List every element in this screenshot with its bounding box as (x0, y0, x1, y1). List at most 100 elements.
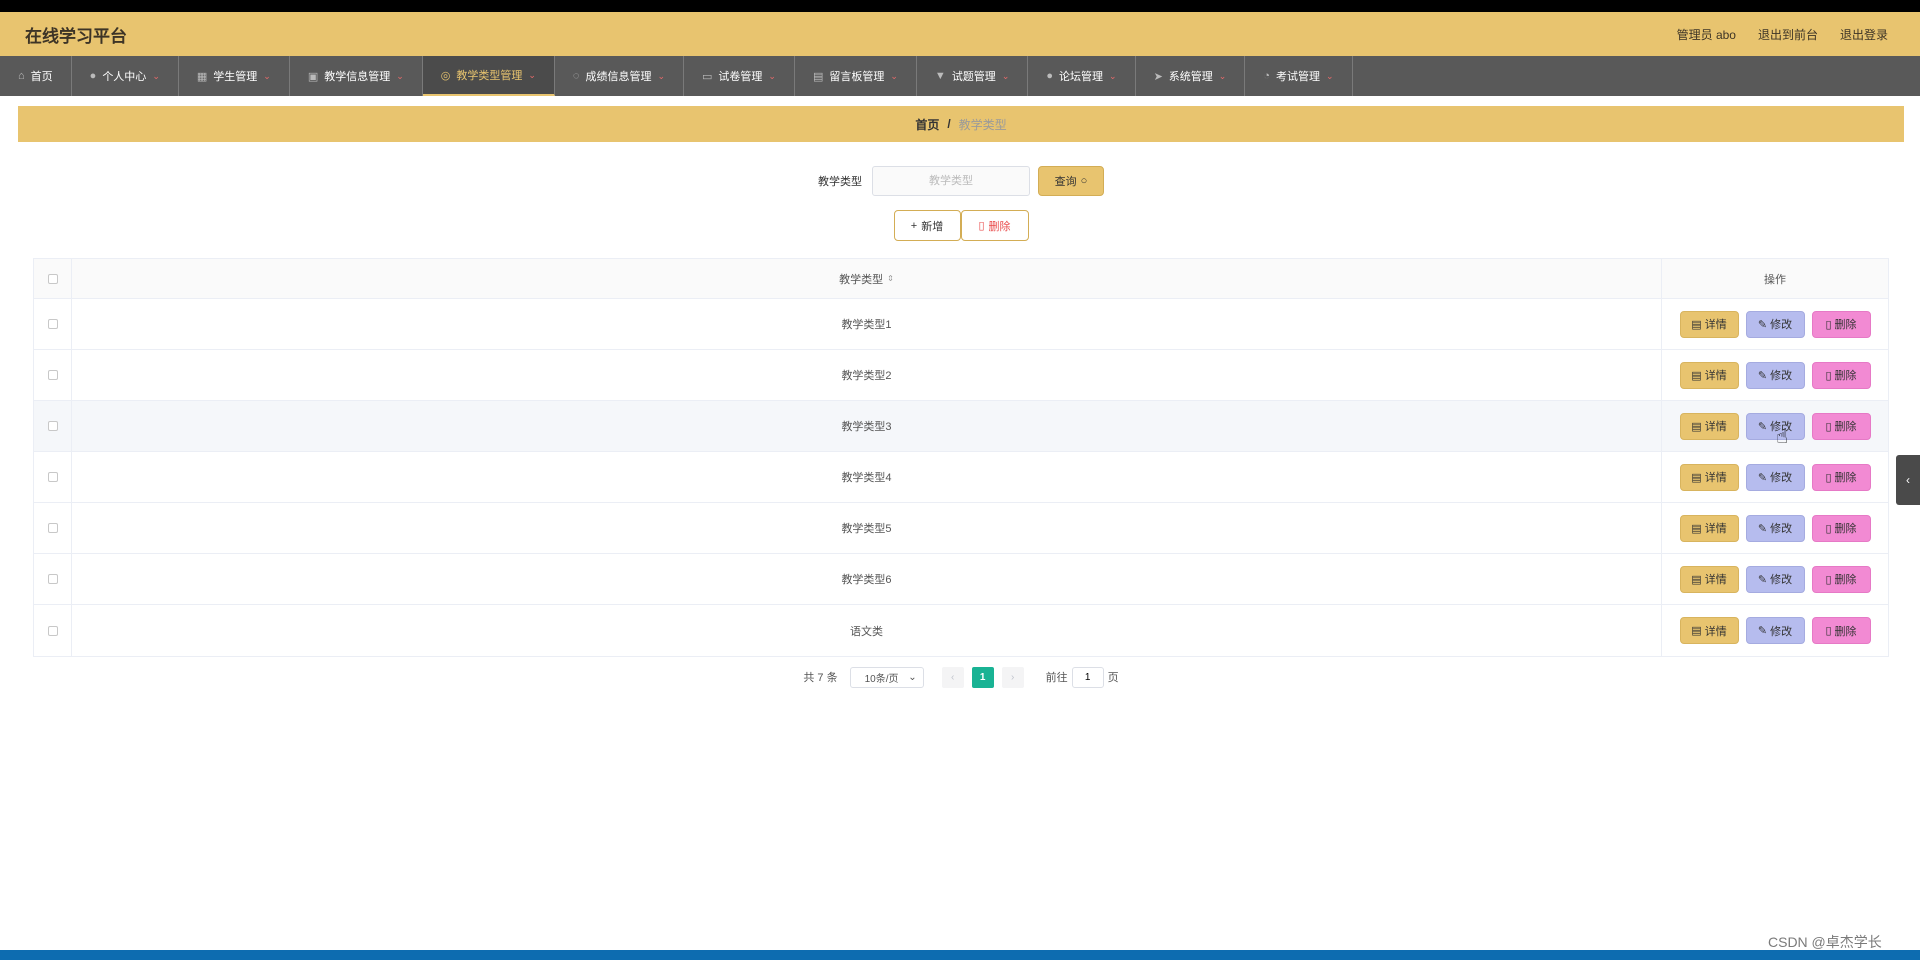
select-all-checkbox[interactable] (47, 273, 58, 284)
delete-button[interactable]: ▯ 删除 (1811, 412, 1871, 440)
batch-delete-button[interactable]: ▯ 删除 (960, 210, 1029, 241)
row-checkbox[interactable] (47, 370, 58, 380)
cell-type: 教学类型4 (72, 452, 1662, 502)
chevron-down-icon: ⌄ (1218, 70, 1227, 81)
edit-icon: ✎ (1757, 522, 1768, 535)
search-input[interactable] (872, 166, 1030, 196)
detail-button[interactable]: ▤ 详情 (1679, 514, 1739, 542)
prev-page-button[interactable]: ‹ (941, 666, 964, 688)
cell-type: 语文类 (72, 605, 1662, 656)
table-row: 语文类 ▤ 详情 ✎ 修改 ▯ 删除 (34, 605, 1888, 656)
row-check-cell (34, 503, 72, 553)
chevron-down-icon: ⌄ (396, 70, 404, 81)
edit-button-label: 修改 (1770, 625, 1793, 638)
row-checkbox[interactable] (47, 523, 58, 533)
nav-item-1[interactable]: ● 个人中心 ⌄ (72, 56, 179, 96)
page-size-value: 10条/页 (864, 673, 899, 685)
edit-icon: ✎ (1757, 625, 1768, 637)
detail-button[interactable]: ▤ 详情 (1679, 412, 1739, 440)
front-link[interactable]: 退出到前台 (1758, 26, 1818, 43)
edit-icon: ✎ (1757, 318, 1768, 331)
edit-button[interactable]: ✎ 修改 (1745, 361, 1805, 389)
edit-button[interactable]: ✎ 修改 (1745, 412, 1805, 440)
row-check-cell (34, 554, 72, 604)
sort-icon[interactable]: ⇕ (887, 274, 894, 283)
delete-button[interactable]: ▯ 删除 (1811, 310, 1871, 338)
cell-ops: ▤ 详情 ✎ 修改 ▯ 删除 (1662, 554, 1888, 604)
pager-goto: 前往 页 (1046, 666, 1119, 688)
document-icon: ▤ (1691, 369, 1702, 382)
nav-item-label: 考试管理 (1275, 71, 1320, 83)
cell-ops: ▤ 详情 ✎ 修改 ▯ 删除 (1662, 299, 1888, 349)
edit-button[interactable]: ✎ 修改 (1745, 463, 1805, 491)
row-checkbox[interactable] (47, 625, 58, 636)
nav-item-9[interactable]: ● 论坛管理 ⌄ (1028, 56, 1136, 96)
nav-item-11[interactable]: ◔ 考试管理 ⌄ (1245, 56, 1353, 96)
trash-icon: ▯ (1825, 318, 1832, 331)
nav-item-7[interactable]: ▤ 留言板管理 ⌄ (795, 56, 917, 96)
column-header-ops: 操作 (1764, 273, 1786, 286)
chevron-down-icon: ⌄ (1001, 70, 1010, 81)
delete-button[interactable]: ▯ 删除 (1811, 617, 1871, 644)
row-checkbox[interactable] (47, 319, 58, 329)
document-icon: ▤ (1691, 471, 1702, 484)
nav-item-0[interactable]: ⌂ 首页 (0, 56, 72, 96)
nav-item-2[interactable]: ▦ 学生管理 ⌄ (179, 56, 290, 96)
detail-button[interactable]: ▤ 详情 (1679, 310, 1739, 338)
home-icon: ⌂ (18, 70, 25, 82)
add-button[interactable]: + 新增 (893, 210, 961, 241)
next-page-button[interactable]: › (1001, 666, 1024, 688)
row-checkbox[interactable] (47, 574, 58, 584)
search-label: 教学类型 (818, 176, 862, 188)
edit-button[interactable]: ✎ 修改 (1745, 617, 1805, 644)
delete-button[interactable]: ▯ 删除 (1811, 514, 1871, 542)
goto-page-input[interactable] (1071, 666, 1104, 688)
page-number-current[interactable]: 1 (971, 666, 994, 688)
delete-button[interactable]: ▯ 删除 (1811, 361, 1871, 389)
send-icon: ➤ (1153, 70, 1163, 83)
delete-button[interactable]: ▯ 删除 (1811, 565, 1871, 593)
admin-label: 管理员 abo (1676, 27, 1736, 42)
document-icon: ▤ (1691, 625, 1702, 637)
column-header-type[interactable]: 教学类型 ⇕ (72, 259, 1662, 298)
nav-item-3[interactable]: ▣ 教学信息管理 ⌄ (290, 56, 423, 96)
detail-button[interactable]: ▤ 详情 (1679, 617, 1739, 644)
row-checkbox[interactable] (47, 421, 58, 431)
cell-type: 教学类型3 (72, 401, 1662, 451)
nav-item-5[interactable]: ◌ 成绩信息管理 ⌄ (555, 56, 685, 96)
logout-link[interactable]: 退出登录 (1840, 26, 1888, 43)
detail-button[interactable]: ▤ 详情 (1679, 565, 1739, 593)
row-checkbox[interactable] (47, 472, 58, 482)
nav-item-4[interactable]: ◎ 教学类型管理 ⌄ (422, 56, 555, 96)
breadcrumb-home[interactable]: 首页 (915, 116, 939, 133)
nav-item-label: 首页 (30, 71, 53, 83)
detail-button[interactable]: ▤ 详情 (1679, 463, 1739, 491)
nav-item-8[interactable]: ▼ 试题管理 ⌄ (917, 56, 1029, 96)
nav-item-label: 留言板管理 (829, 71, 885, 83)
app-header: 在线学习平台 管理员 abo 退出到前台 退出登录 (0, 12, 1920, 56)
cell-type: 教学类型5 (72, 503, 1662, 553)
table-row: 教学类型6 ▤ 详情 ✎ 修改 ▯ 删除 (34, 554, 1888, 605)
edit-button[interactable]: ✎ 修改 (1745, 514, 1805, 542)
cell-ops: ▤ 详情 ✎ 修改 ▯ 删除 (1662, 350, 1888, 400)
flag-icon: ▼ (934, 70, 946, 82)
nav-item-6[interactable]: ▭ 试卷管理 ⌄ (684, 56, 795, 96)
chevron-down-icon: ⌄ (528, 69, 536, 80)
page-size-select[interactable]: 10条/页 ⌄ (849, 666, 924, 688)
side-collapse-handle[interactable]: ‹ (1896, 455, 1920, 505)
detail-button[interactable]: ▤ 详情 (1679, 361, 1739, 389)
nav-item-10[interactable]: ➤ 系统管理 ⌄ (1136, 56, 1246, 96)
table-row: 教学类型3 ▤ 详情 ✎ 修改 ▯ 删除 (34, 401, 1888, 452)
batch-delete-label: 删除 (988, 220, 1011, 233)
delete-button[interactable]: ▯ 删除 (1811, 463, 1871, 491)
cell-ops: ▤ 详情 ✎ 修改 ▯ 删除 (1662, 605, 1888, 656)
chevron-down-icon: ⌄ (263, 70, 271, 81)
query-button[interactable]: 查询 ○ (1038, 166, 1104, 196)
edit-button[interactable]: ✎ 修改 (1745, 310, 1805, 338)
power-icon: ◌ (572, 70, 580, 82)
main-nav: ⌂ 首页 ● 个人中心 ⌄ ▦ 学生管理 ⌄ ▣ 教学信息管理 ⌄ ◎ 教学类型管理 ⌄ ◌ 成绩信息管理 ⌄ ▭… (0, 56, 1920, 96)
edit-button[interactable]: ✎ 修改 (1745, 565, 1805, 593)
table-row: 教学类型1 ▤ 详情 ✎ 修改 ▯ 删除 (34, 299, 1888, 350)
chevron-down-icon: ⌄ (1325, 70, 1334, 81)
delete-button-label: 删除 (1834, 421, 1857, 433)
